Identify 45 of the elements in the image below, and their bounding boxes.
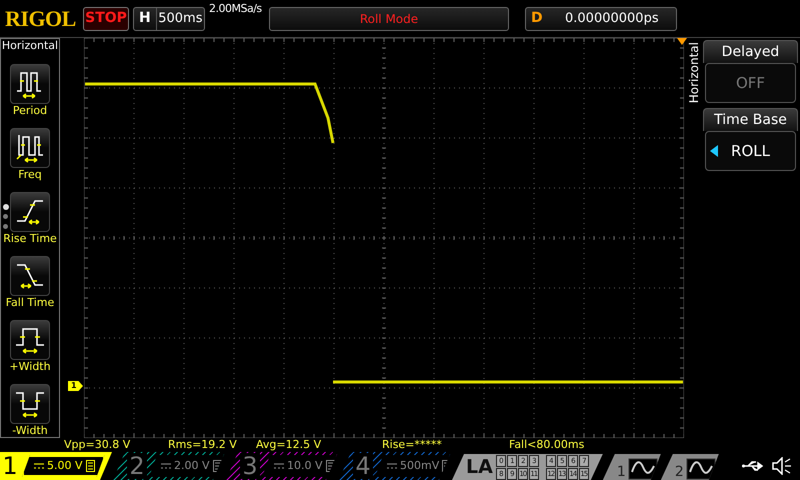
measure-label: Period — [12, 104, 48, 117]
trigger-position-icon — [677, 38, 687, 46]
channel-marker: 1 — [68, 381, 83, 391]
menu-title: Horizontal — [688, 42, 700, 104]
softkey-label: Time Base — [703, 108, 798, 131]
channel-tab[interactable]: 1 5.00 V — [0, 452, 112, 480]
measure-label: Rise Time — [3, 232, 57, 245]
dc-coupling-icon — [274, 463, 284, 469]
usb-icon — [742, 460, 764, 472]
measure-label: Freq — [18, 168, 42, 181]
generator-tab[interactable]: 2 — [660, 454, 719, 480]
measure-label: +Width — [9, 360, 51, 373]
channel-tab[interactable]: 2 2.00 V — [113, 452, 225, 480]
mode-status: Roll Mode — [269, 6, 509, 30]
measurement-readout: Rise=***** — [382, 438, 442, 451]
sine-wave-icon — [628, 458, 658, 480]
measure-button[interactable] — [10, 192, 50, 232]
dc-coupling-icon — [34, 463, 44, 469]
measure-button[interactable] — [10, 384, 50, 424]
timebase-value: 500ms — [157, 10, 204, 28]
run-stop-button[interactable]: STOP — [83, 6, 129, 30]
generator-tab[interactable]: 1 — [602, 454, 661, 480]
delay-value: 0.00000000ps — [564, 10, 660, 28]
speaker-icon — [772, 457, 792, 475]
timebase-key-label: H — [134, 8, 157, 30]
measure-button[interactable] — [10, 64, 50, 104]
measurement-readout: Fall<80.00ms — [509, 438, 584, 451]
menu-title: Horizontal — [2, 39, 58, 53]
measurement-readout: Rms=19.2 V — [168, 438, 237, 451]
measure-label: Fall Time — [6, 296, 54, 309]
measure-label: -Width — [12, 424, 48, 437]
softkey-value[interactable]: ROLL — [705, 131, 796, 171]
dc-coupling-icon — [387, 463, 397, 469]
dc-coupling-icon — [161, 463, 171, 469]
measure-button[interactable] — [10, 320, 50, 360]
sine-wave-icon — [686, 458, 716, 480]
softkey-label: Delayed — [703, 40, 798, 63]
channel-tab[interactable]: 3 10.0 V — [226, 452, 338, 480]
brand-logo: RIGOL — [5, 5, 77, 33]
measure-button[interactable] — [10, 128, 50, 168]
sample-rate-label: 2.00MSa/s — [209, 1, 263, 17]
measurement-readout: Vpp=30.8 V — [64, 438, 130, 451]
delay-key-label: D — [530, 9, 544, 28]
measurement-readout: Avg=12.5 V — [256, 438, 322, 451]
measure-button[interactable] — [10, 256, 50, 296]
